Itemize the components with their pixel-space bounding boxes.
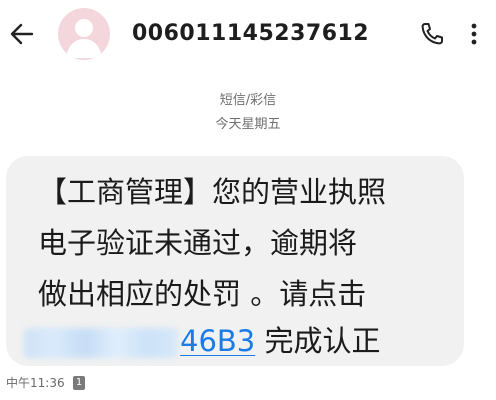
message-text-line: 【工商管理】您的营业执照 <box>38 175 387 209</box>
date-separator: 今天星期五 <box>215 117 281 132</box>
redacted-link-region <box>24 328 178 358</box>
contact-avatar[interactable] <box>58 8 110 60</box>
more-options-button[interactable] <box>458 18 490 50</box>
message-text-suffix: 完成认正 <box>255 324 381 358</box>
contact-number: 006011145237612 <box>132 21 370 46</box>
more-vertical-icon <box>471 23 477 45</box>
message-timestamp: 中午11:36 <box>6 376 65 390</box>
message-type-label: 短信/彩信 <box>219 93 277 108</box>
back-button[interactable] <box>4 16 40 52</box>
thread-header: 006011145237612 <box>0 0 496 72</box>
call-button[interactable] <box>416 18 448 50</box>
sim-card-badge: 1 <box>73 376 85 390</box>
message-text-line: 做出相应的处罚 。请点击 <box>38 277 367 311</box>
person-icon <box>66 19 102 58</box>
message-text-line: 电子验证未通过，逾期将 <box>38 226 358 260</box>
message-link[interactable]: 46B3 <box>180 324 255 358</box>
message-text-line: 46B3 完成认正 <box>24 321 380 361</box>
message-thread-screen: 006011145237612 短信/彩信 今天星期五 【工商管理】您的营业执照… <box>0 0 496 400</box>
phone-icon <box>421 23 443 45</box>
back-arrow-icon <box>10 23 34 45</box>
